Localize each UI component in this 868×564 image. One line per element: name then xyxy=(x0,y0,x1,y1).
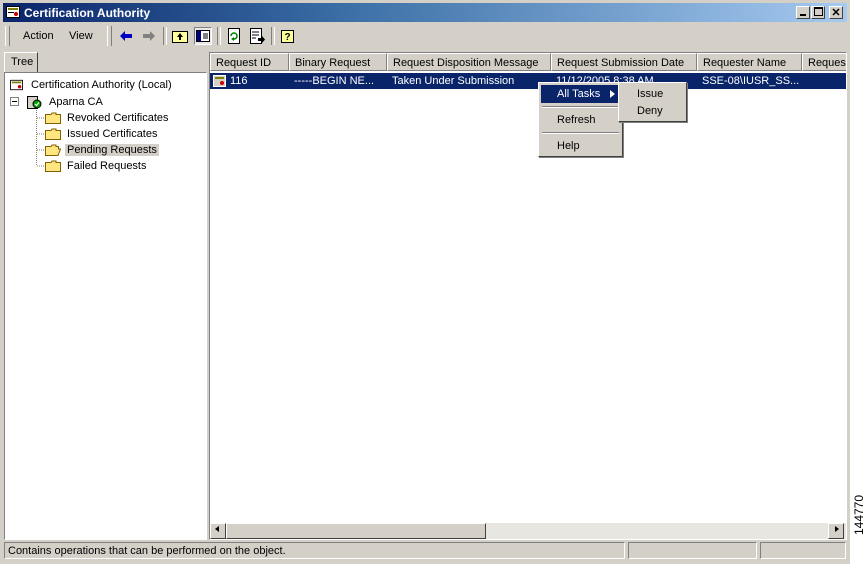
scroll-thumb[interactable] xyxy=(226,523,486,539)
context-menu: All Tasks Refresh Help xyxy=(538,82,623,157)
menu-view[interactable]: View xyxy=(69,30,93,42)
menu-item-issue[interactable]: Issue xyxy=(621,85,684,103)
column-header-label: Requester Name xyxy=(703,57,787,69)
column-header-label: Reques xyxy=(808,57,846,69)
tree-item-root[interactable]: Certification Authority (Local) xyxy=(9,77,199,93)
figure-id: 144770 xyxy=(851,470,867,564)
help-icon[interactable]: ? xyxy=(279,27,297,45)
menu-item-label: Issue xyxy=(637,88,664,100)
tree-label: Issued Certificates xyxy=(67,128,158,140)
close-button[interactable] xyxy=(829,6,843,19)
cell-disposition: Taken Under Submission xyxy=(392,75,515,87)
column-header-label: Request ID xyxy=(216,57,272,69)
column-header-request-id[interactable]: Request ID xyxy=(210,53,289,71)
column-header-request-more[interactable]: Reques xyxy=(802,53,846,71)
column-header-binary-request[interactable]: Binary Request xyxy=(289,53,387,71)
menu-item-label: Help xyxy=(557,140,580,152)
menu-separator xyxy=(542,106,619,108)
tree-item-aparna-ca[interactable]: Aparna CA xyxy=(10,94,200,110)
column-header-label: Binary Request xyxy=(295,57,371,69)
toolbar-separator-2 xyxy=(217,27,221,45)
collapse-icon[interactable] xyxy=(10,97,19,106)
column-header-submission-date[interactable]: Request Submission Date xyxy=(551,53,697,71)
tree-item-issued-certificates[interactable]: Issued Certificates xyxy=(45,126,205,142)
status-text: Contains operations that can be performe… xyxy=(8,545,286,557)
menu-item-refresh[interactable]: Refresh xyxy=(541,111,620,129)
column-header-requester-name[interactable]: Requester Name xyxy=(697,53,802,71)
window-title: Certification Authority xyxy=(24,6,151,20)
toolbar-separator xyxy=(163,27,167,45)
cell-request-id: 116 xyxy=(230,75,248,87)
cell-binary-request: -----BEGIN NE... xyxy=(294,75,375,87)
menu-item-deny[interactable]: Deny xyxy=(621,102,684,120)
arrow-right-icon xyxy=(835,526,839,532)
submenu-all-tasks: Issue Deny xyxy=(618,82,687,122)
up-folder-icon[interactable] xyxy=(171,27,189,45)
status-bar: Contains operations that can be performe… xyxy=(3,541,847,561)
certificate-authority-icon xyxy=(10,79,23,91)
horizontal-scrollbar[interactable] xyxy=(210,523,846,539)
menu-item-label: All Tasks xyxy=(557,88,601,100)
column-header-label: Request Disposition Message xyxy=(393,57,539,69)
status-panel-main: Contains operations that can be performe… xyxy=(4,542,625,559)
toolbar-grip[interactable] xyxy=(5,26,10,46)
status-panel-3 xyxy=(760,542,846,559)
close-icon xyxy=(832,8,840,16)
folder-icon xyxy=(45,160,61,172)
cell-requester: SSE-08\IUSR_SS... xyxy=(702,75,800,87)
menu-separator xyxy=(542,132,619,134)
list-pane[interactable]: Request ID Binary Request Request Dispos… xyxy=(209,52,847,540)
svg-text:?: ? xyxy=(284,32,290,43)
forward-arrow-icon[interactable] xyxy=(140,27,158,45)
request-icon xyxy=(213,75,226,87)
scroll-right-button[interactable] xyxy=(828,523,844,539)
show-hide-tree-button[interactable] xyxy=(194,27,212,45)
tree-label: Aparna CA xyxy=(49,96,103,108)
toolbar-separator-3 xyxy=(271,27,275,45)
status-panel-2 xyxy=(628,542,757,559)
tree-item-revoked-certificates[interactable]: Revoked Certificates xyxy=(45,110,205,126)
tree-label: Failed Requests xyxy=(67,160,147,172)
minimize-icon xyxy=(800,14,806,16)
figure-id-text: 144770 xyxy=(852,494,866,536)
tab-tree[interactable]: Tree xyxy=(4,52,38,72)
submenu-arrow-icon xyxy=(610,90,615,98)
table-row[interactable]: 116 -----BEGIN NE... Taken Under Submiss… xyxy=(210,73,846,89)
tree-label: Revoked Certificates xyxy=(67,112,169,124)
open-folder-icon xyxy=(45,144,61,156)
folder-icon xyxy=(45,128,61,140)
certificate-app-icon xyxy=(6,6,20,18)
tree-label-selected: Pending Requests xyxy=(65,144,159,156)
tab-tree-label: Tree xyxy=(11,56,34,68)
toolbar: Action View ? xyxy=(3,24,847,48)
tree-item-failed-requests[interactable]: Failed Requests xyxy=(45,158,205,174)
menu-item-help[interactable]: Help xyxy=(541,137,620,155)
minimize-button[interactable] xyxy=(796,6,810,19)
column-header-disposition[interactable]: Request Disposition Message xyxy=(387,53,551,71)
menu-item-label: Refresh xyxy=(557,114,596,126)
refresh-icon[interactable] xyxy=(225,27,243,45)
maximize-button[interactable] xyxy=(811,6,825,19)
menu-item-label: Deny xyxy=(637,105,663,117)
mmc-window: Certification Authority Action View ? Tr… xyxy=(0,0,850,564)
tree-label: Certification Authority (Local) xyxy=(31,79,172,91)
menu-action[interactable]: Action xyxy=(23,30,54,42)
show-hide-tree-icon xyxy=(196,30,210,42)
back-arrow-icon[interactable] xyxy=(117,27,135,45)
export-list-icon[interactable] xyxy=(248,27,266,45)
toolbar-grip-2[interactable] xyxy=(107,26,112,46)
menu-item-all-tasks[interactable]: All Tasks xyxy=(541,85,620,103)
scroll-left-button[interactable] xyxy=(210,523,226,539)
folder-icon xyxy=(45,112,61,124)
arrow-left-icon xyxy=(215,526,219,532)
tree-item-pending-requests[interactable]: Pending Requests xyxy=(45,142,205,158)
column-header-label: Request Submission Date xyxy=(557,57,685,69)
title-bar[interactable]: Certification Authority xyxy=(3,3,847,22)
ca-server-icon xyxy=(27,96,42,109)
tree-pane[interactable]: Certification Authority (Local) Aparna C… xyxy=(4,72,207,540)
maximize-icon xyxy=(813,7,823,16)
